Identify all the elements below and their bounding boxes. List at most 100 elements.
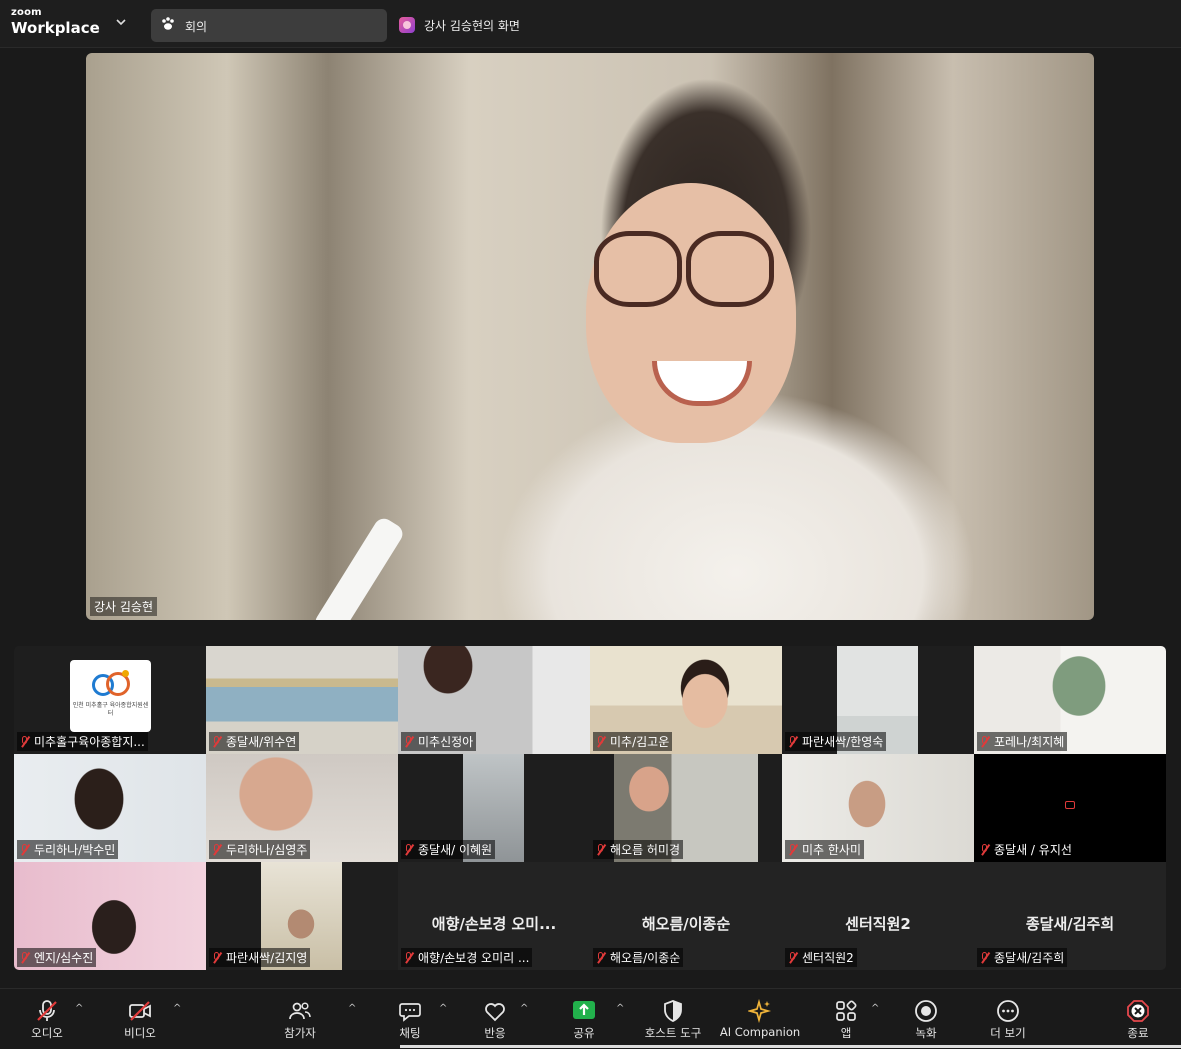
chat-options-caret-icon[interactable]: ^ [439, 1003, 447, 1014]
participant-gallery: 인천 미추홀구 육아종합지원센터 미추홀구육아종합지... 종달새/위수연 미추… [14, 646, 1166, 970]
participant-tile[interactable]: 해오름/이종순 해오름/이종순 [590, 862, 782, 970]
participant-name-text: 해오름/이종순 [610, 951, 681, 965]
mic-muted-icon [596, 736, 606, 748]
mic-muted-icon [596, 844, 606, 856]
participant-tile[interactable]: 포레나/최지혜 [974, 646, 1166, 754]
mic-muted-icon [20, 844, 30, 856]
participant-name-text: 파란새싹/김지영 [226, 951, 308, 965]
participant-name: 미추신정아 [401, 732, 477, 751]
host-tools-label: 호스트 도구 [644, 1026, 702, 1040]
record-icon [915, 1000, 937, 1022]
participant-tile[interactable]: 미추/김고운 [590, 646, 782, 754]
participant-name: 엔지/심수진 [17, 948, 97, 967]
zoom-workplace-logo[interactable]: zoom Workplace [11, 8, 100, 36]
reactions-button[interactable]: 반응 [470, 989, 520, 1045]
title-bar: zoom Workplace 회의 강사 김승현의 화면 [0, 0, 1181, 48]
participant-name: 센터직원2 [785, 948, 857, 967]
participant-tile[interactable]: 해오름 허미경 [590, 754, 782, 862]
participant-name-large: 해오름/이종순 [641, 915, 731, 933]
participant-tile[interactable]: 종달새 / 유지선 [974, 754, 1166, 862]
participant-name: 파란새싹/김지영 [209, 948, 311, 967]
share-button[interactable]: 공유 [559, 989, 609, 1045]
audio-options-caret-icon[interactable]: ^ [75, 1003, 83, 1014]
more-button[interactable]: 더 보기 [983, 989, 1033, 1045]
participant-tile[interactable]: 종달새/김주희 종달새/김주희 [974, 862, 1166, 970]
participant-name-large: 종달새/김주희 [1025, 915, 1115, 933]
participant-name-text: 종달새/위수연 [226, 735, 297, 749]
chevron-down-icon[interactable] [116, 15, 126, 29]
participant-name: 종달새/김주희 [977, 948, 1068, 967]
participant-name: 포레나/최지혜 [977, 732, 1068, 751]
share-label: 공유 [573, 1026, 595, 1040]
paw-icon [162, 17, 174, 30]
participant-tile[interactable]: 파란새싹/김지영 [206, 862, 398, 970]
mic-muted-icon [788, 736, 798, 748]
participant-tile[interactable]: 종달새/위수연 [206, 646, 398, 754]
participant-name: 해오름 허미경 [593, 840, 684, 859]
participant-name-text: 두리하나/박수민 [34, 843, 116, 857]
participant-name: 애향/손보경 오미리 ... [401, 948, 533, 967]
participant-tile[interactable]: 두리하나/심영주 [206, 754, 398, 862]
participant-tile[interactable]: 인천 미추홀구 육아종합지원센터 미추홀구육아종합지... [14, 646, 206, 754]
ai-companion-button[interactable]: AI Companion [718, 989, 802, 1045]
speaker-pointer [311, 514, 407, 620]
participant-name-large: 애향/손보경 오미... [431, 915, 557, 933]
participant-name: 미추/김고운 [593, 732, 673, 751]
close-icon [1127, 1000, 1149, 1022]
participant-name: 두리하나/심영주 [209, 840, 311, 859]
participant-name-text: 종달새/김주희 [994, 951, 1065, 965]
participant-tile[interactable]: 미추 한사미 [782, 754, 974, 862]
participant-tile[interactable]: 애향/손보경 오미... 애향/손보경 오미리 ... [398, 862, 590, 970]
participants-button[interactable]: 참가자 [275, 989, 325, 1045]
mic-muted-icon [980, 844, 990, 856]
participant-tile[interactable]: 파란새싹/한영숙 [782, 646, 974, 754]
mic-muted-icon [212, 952, 222, 964]
apps-button[interactable]: 앱 [821, 989, 871, 1045]
chat-button[interactable]: 채팅 [385, 989, 435, 1045]
participant-name-text: 포레나/최지혜 [994, 735, 1065, 749]
reactions-options-caret-icon[interactable]: ^ [520, 1003, 528, 1014]
video-off-icon [129, 1001, 151, 1021]
video-button[interactable]: 비디오 [115, 989, 165, 1045]
video-options-caret-icon[interactable]: ^ [173, 1003, 181, 1014]
center-logo-text: 인천 미추홀구 육아종합지원센터 [72, 702, 149, 717]
share-options-caret-icon[interactable]: ^ [616, 1003, 624, 1014]
mic-muted-icon [980, 736, 990, 748]
logo-zoom-text: zoom [11, 7, 42, 18]
participant-tile[interactable]: 엔지/심수진 [14, 862, 206, 970]
record-label: 녹화 [915, 1026, 937, 1040]
participant-name-text: 종달새/ 이혜원 [418, 843, 493, 857]
mic-muted-icon [788, 952, 798, 964]
logo-workplace-text: Workplace [11, 19, 100, 37]
apps-icon [836, 1000, 857, 1021]
audio-button[interactable]: 오디오 [22, 989, 72, 1045]
participant-tile[interactable]: 센터직원2 센터직원2 [782, 862, 974, 970]
participant-tile[interactable]: 종달새/ 이혜원 [398, 754, 590, 862]
participant-name-text: 애향/손보경 오미리 ... [418, 951, 530, 965]
apps-options-caret-icon[interactable]: ^ [871, 1003, 879, 1014]
participants-options-caret-icon[interactable]: ^ [348, 1003, 356, 1014]
shield-icon [664, 1000, 682, 1022]
meeting-controls: 오디오 ^ 비디오 ^ 참가자 ^ 채팅 ^ 반응 ^ 공유 ^ 호스트 도구 … [0, 988, 1181, 1049]
participant-name-text: 미추 한사미 [802, 843, 862, 857]
host-tools-button[interactable]: 호스트 도구 [638, 989, 708, 1045]
participant-tile[interactable]: 두리하나/박수민 [14, 754, 206, 862]
glasses-right [686, 231, 774, 307]
participant-name-text: 엔지/심수진 [34, 951, 94, 965]
tab-meeting[interactable]: 회의 [151, 9, 387, 42]
participant-name: 종달새 / 유지선 [977, 840, 1075, 859]
glasses-left [594, 231, 682, 307]
end-meeting-button[interactable]: 종료 [1113, 989, 1163, 1045]
participant-tile[interactable]: 미추신정아 [398, 646, 590, 754]
heart-icon [485, 1003, 505, 1022]
participant-name-text: 센터직원2 [802, 951, 854, 965]
participant-name: 종달새/ 이혜원 [401, 840, 496, 859]
active-speaker-video[interactable]: 강사 김승현 [86, 53, 1094, 620]
more-label: 더 보기 [990, 1026, 1026, 1040]
mic-muted-icon [980, 952, 990, 964]
record-button[interactable]: 녹화 [901, 989, 951, 1045]
mic-muted-icon [212, 844, 222, 856]
participant-name: 미추 한사미 [785, 840, 865, 859]
mic-muted-icon [212, 736, 222, 748]
mic-muted-icon [20, 736, 30, 748]
